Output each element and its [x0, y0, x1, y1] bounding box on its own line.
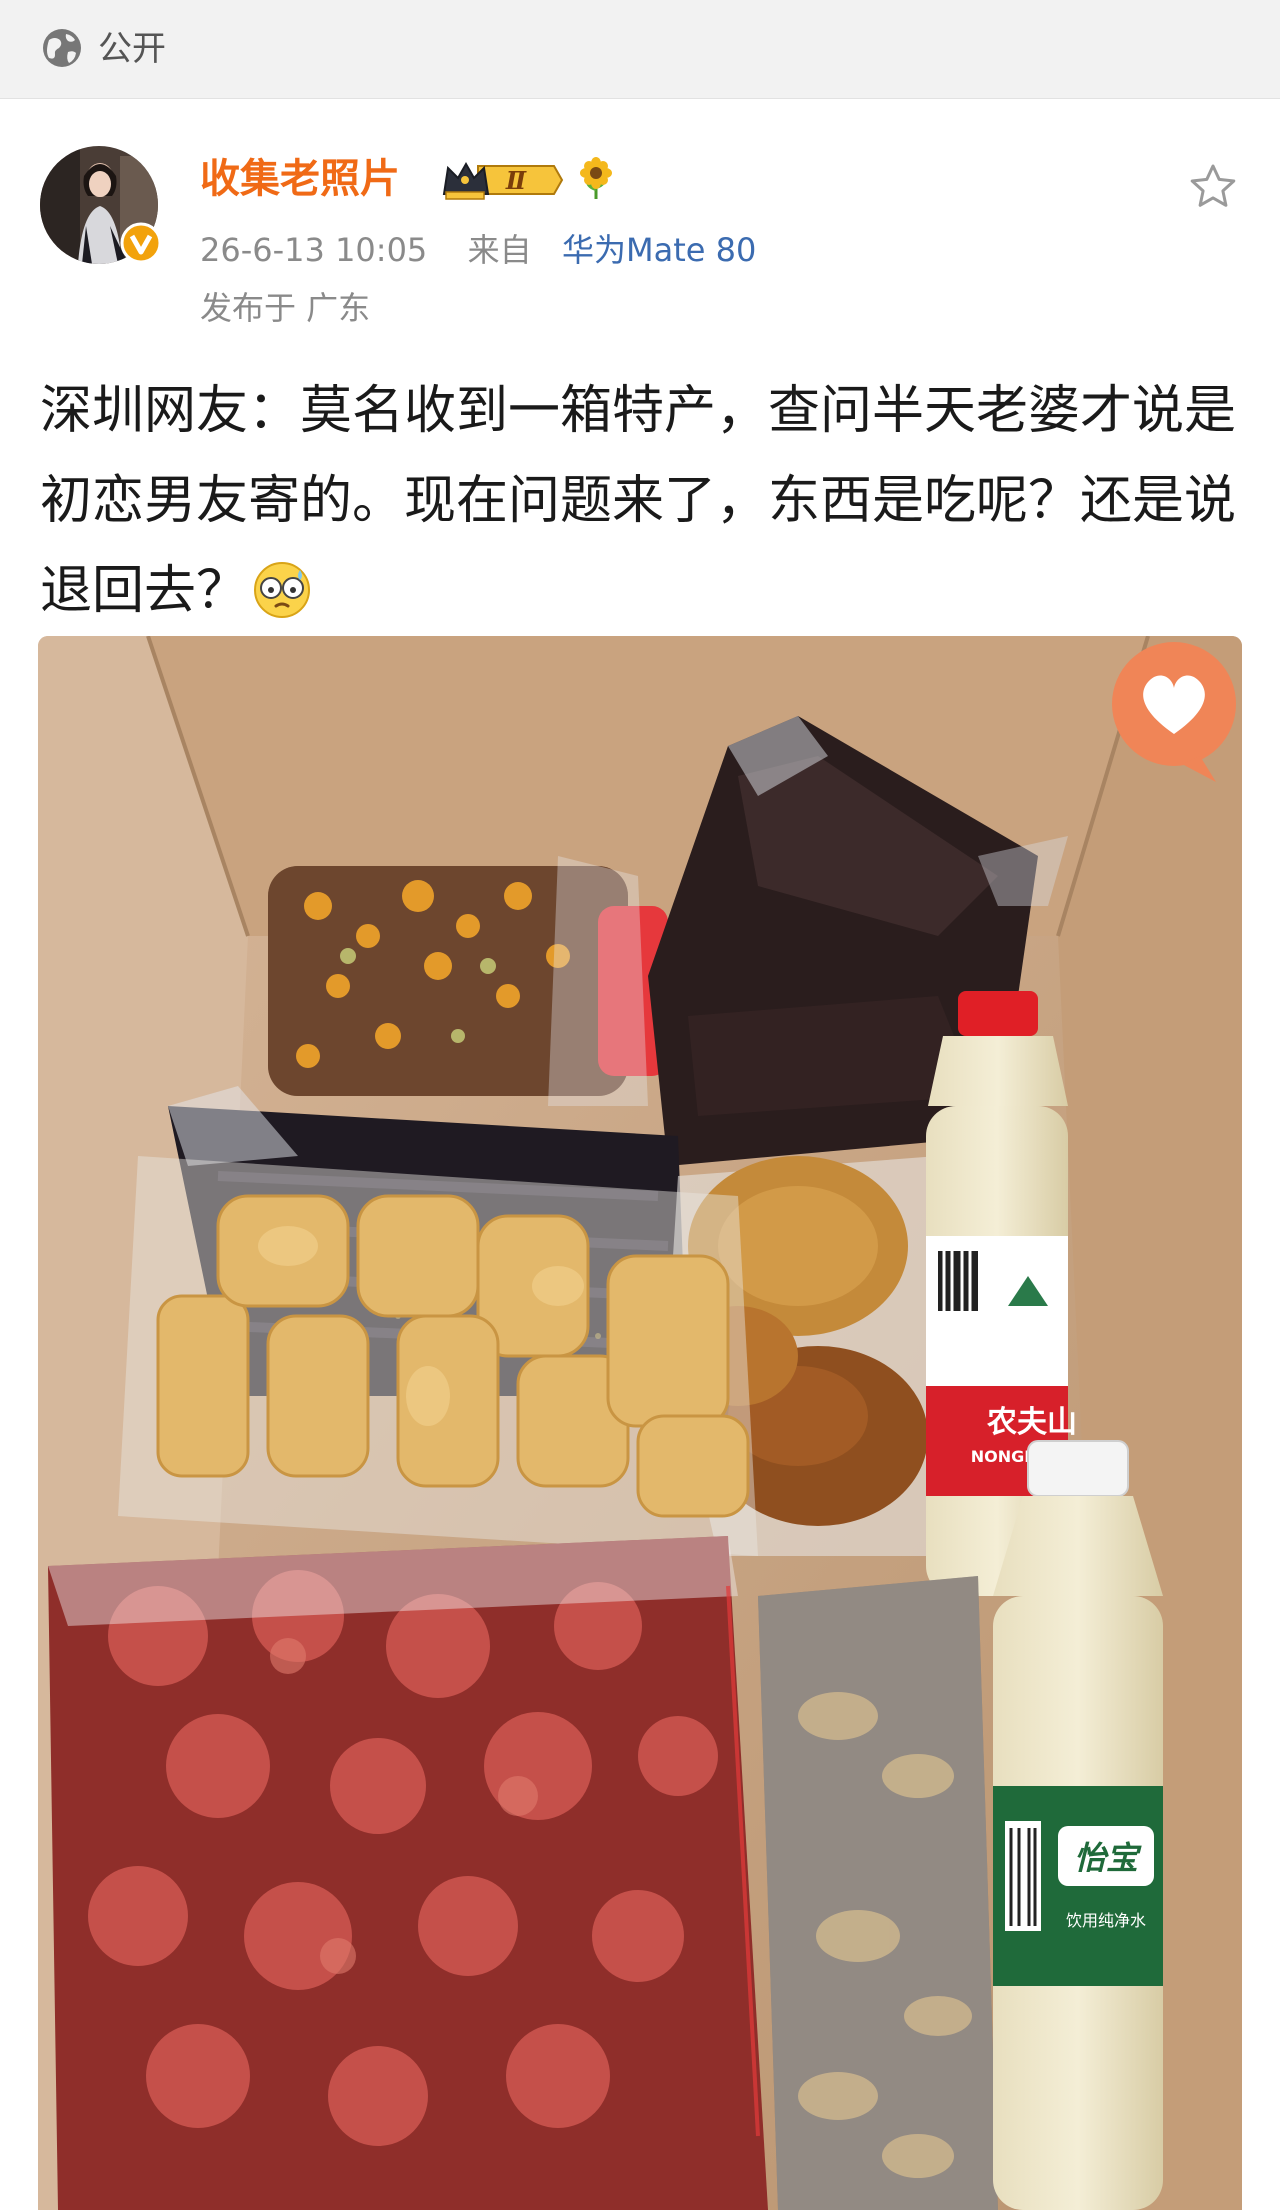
heart-bubble-icon[interactable] — [1104, 638, 1244, 784]
visibility-bar: 公开 — [0, 0, 1280, 99]
post-text-content: 深圳网友：莫名收到一箱特产，查问半天老婆才说是初恋男友寄的。现在问题来了，东西是… — [40, 381, 1237, 621]
sunflower-icon — [580, 157, 612, 199]
globe-icon — [43, 29, 81, 67]
verified-v-icon — [120, 222, 162, 264]
post-text: 深圳网友：莫名收到一箱特产，查问半天老婆才说是初恋男友寄的。现在问题来了，东西是… — [40, 366, 1240, 636]
bottle2-brand: 怡宝 — [1074, 1839, 1142, 1877]
crown-level-icon[interactable]: Ⅱ — [442, 158, 564, 202]
box-of-food-photo: 农夫山 NONGFU S 怡宝 饮用纯净水 — [38, 636, 1242, 2210]
author-name[interactable]: 收集老照片 — [200, 152, 400, 206]
post-timestamp: 26-6-13 10:05 — [200, 231, 428, 269]
post-meta: 26-6-13 10:05 来自 华为Mate 80 — [200, 228, 756, 272]
source-prefix: 来自 — [467, 231, 532, 269]
star-outline-icon[interactable] — [1188, 162, 1238, 212]
nervous-face-emoji — [254, 562, 311, 618]
device-link[interactable]: 华为Mate 80 — [562, 228, 756, 272]
level-badge-text: Ⅱ — [505, 166, 527, 195]
post-location: 发布于 广东 — [200, 289, 371, 327]
visibility-label: 公开 — [98, 29, 166, 69]
bottle1-brand: 农夫山 — [986, 1405, 1077, 1440]
post-photo[interactable]: 农夫山 NONGFU S 怡宝 饮用纯净水 — [38, 636, 1242, 2210]
bottle2-sub: 饮用纯净水 — [1066, 1911, 1146, 1930]
